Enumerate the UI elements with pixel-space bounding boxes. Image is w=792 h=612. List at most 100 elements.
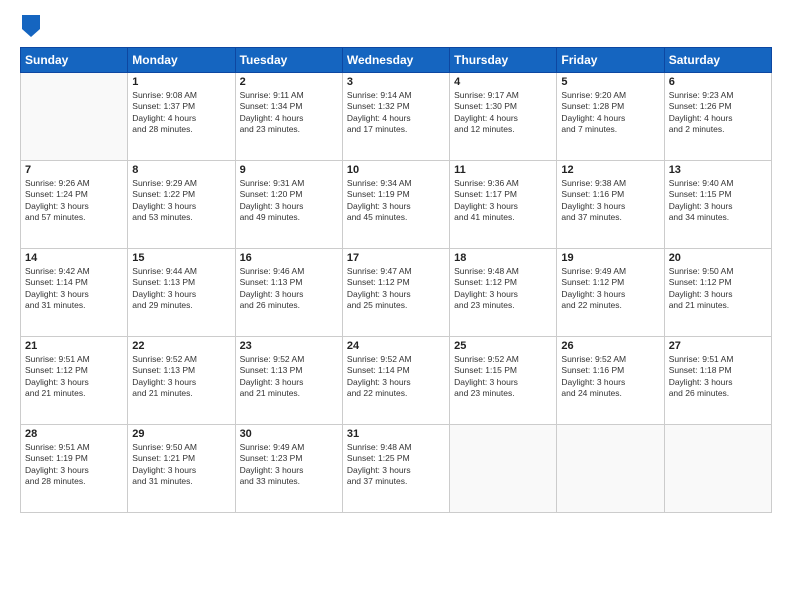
day-info: Sunrise: 9:34 AM Sunset: 1:19 PM Dayligh…	[347, 178, 445, 224]
day-info: Sunrise: 9:46 AM Sunset: 1:13 PM Dayligh…	[240, 266, 338, 312]
day-number: 23	[240, 340, 338, 352]
calendar-cell: 27Sunrise: 9:51 AM Sunset: 1:18 PM Dayli…	[664, 337, 771, 425]
calendar-cell	[557, 425, 664, 513]
day-number: 18	[454, 252, 552, 264]
weekday-header: Friday	[557, 48, 664, 73]
day-info: Sunrise: 9:20 AM Sunset: 1:28 PM Dayligh…	[561, 90, 659, 136]
day-info: Sunrise: 9:23 AM Sunset: 1:26 PM Dayligh…	[669, 90, 767, 136]
calendar-cell: 19Sunrise: 9:49 AM Sunset: 1:12 PM Dayli…	[557, 249, 664, 337]
day-info: Sunrise: 9:40 AM Sunset: 1:15 PM Dayligh…	[669, 178, 767, 224]
weekday-header-row: SundayMondayTuesdayWednesdayThursdayFrid…	[21, 48, 772, 73]
day-info: Sunrise: 9:52 AM Sunset: 1:15 PM Dayligh…	[454, 354, 552, 400]
day-number: 14	[25, 252, 123, 264]
calendar-cell: 29 Sunrise: 9:50 AM Sunset: 1:21 PM Dayli…	[128, 425, 235, 513]
calendar-row: 14 Sunrise: 9:42 AM Sunset: 1:14 PM Dayli…	[21, 249, 772, 337]
day-number: 15	[132, 252, 230, 264]
day-number: 6	[669, 76, 767, 88]
day-number: 28	[25, 428, 123, 440]
calendar-cell: 16 Sunrise: 9:46 AM Sunset: 1:13 PM Dayli…	[235, 249, 342, 337]
day-info: Sunrise: 9:52 AM Sunset: 1:13 PM Dayligh…	[240, 354, 338, 400]
calendar-cell: 2 Sunrise: 9:11 AM Sunset: 1:34 PM Daylig…	[235, 73, 342, 161]
weekday-header: Monday	[128, 48, 235, 73]
day-info: Sunrise: 9:38 AM Sunset: 1:16 PM Dayligh…	[561, 178, 659, 224]
day-number: 31	[347, 428, 445, 440]
weekday-header: Tuesday	[235, 48, 342, 73]
calendar-cell: 3 Sunrise: 9:14 AM Sunset: 1:32 PM Daylig…	[342, 73, 449, 161]
calendar-cell: 8Sunrise: 9:29 AM Sunset: 1:22 PM Daylig…	[128, 161, 235, 249]
day-info: Sunrise: 9:51 AM Sunset: 1:12 PM Dayligh…	[25, 354, 123, 400]
calendar-cell: 26 Sunrise: 9:52 AM Sunset: 1:16 PM Dayli…	[557, 337, 664, 425]
calendar-row: 1 Sunrise: 9:08 AM Sunset: 1:37 PM Daylig…	[21, 73, 772, 161]
day-info: Sunrise: 9:51 AM Sunset: 1:18 PM Dayligh…	[669, 354, 767, 400]
day-info: Sunrise: 9:36 AM Sunset: 1:17 PM Dayligh…	[454, 178, 552, 224]
calendar-cell: 31 Sunrise: 9:48 AM Sunset: 1:25 PM Dayli…	[342, 425, 449, 513]
weekday-header: Saturday	[664, 48, 771, 73]
calendar-row: 28Sunrise: 9:51 AM Sunset: 1:19 PM Dayli…	[21, 425, 772, 513]
calendar-cell	[21, 73, 128, 161]
day-info: Sunrise: 9:52 AM Sunset: 1:13 PM Dayligh…	[132, 354, 230, 400]
day-info: Sunrise: 9:14 AM Sunset: 1:32 PM Dayligh…	[347, 90, 445, 136]
day-info: Sunrise: 9:42 AM Sunset: 1:14 PM Dayligh…	[25, 266, 123, 312]
day-number: 7	[25, 164, 123, 176]
calendar-cell: 22 Sunrise: 9:52 AM Sunset: 1:13 PM Dayli…	[128, 337, 235, 425]
day-info: Sunrise: 9:44 AM Sunset: 1:13 PM Dayligh…	[132, 266, 230, 312]
day-info: Sunrise: 9:26 AM Sunset: 1:24 PM Dayligh…	[25, 178, 123, 224]
header	[20, 15, 772, 37]
day-number: 3	[347, 76, 445, 88]
calendar-table: SundayMondayTuesdayWednesdayThursdayFrid…	[20, 47, 772, 513]
day-info: Sunrise: 9:52 AM Sunset: 1:14 PM Dayligh…	[347, 354, 445, 400]
calendar-cell: 15 Sunrise: 9:44 AM Sunset: 1:13 PM Dayli…	[128, 249, 235, 337]
day-info: Sunrise: 9:49 AM Sunset: 1:12 PM Dayligh…	[561, 266, 659, 312]
day-number: 2	[240, 76, 338, 88]
day-number: 26	[561, 340, 659, 352]
day-info: Sunrise: 9:31 AM Sunset: 1:20 PM Dayligh…	[240, 178, 338, 224]
calendar-cell: 24 Sunrise: 9:52 AM Sunset: 1:14 PM Dayli…	[342, 337, 449, 425]
day-info: Sunrise: 9:49 AM Sunset: 1:23 PM Dayligh…	[240, 442, 338, 488]
calendar-cell: 11 Sunrise: 9:36 AM Sunset: 1:17 PM Dayli…	[450, 161, 557, 249]
calendar-cell	[450, 425, 557, 513]
logo-icon	[22, 15, 40, 37]
day-number: 13	[669, 164, 767, 176]
day-number: 4	[454, 76, 552, 88]
day-info: Sunrise: 9:50 AM Sunset: 1:21 PM Dayligh…	[132, 442, 230, 488]
day-number: 17	[347, 252, 445, 264]
day-number: 30	[240, 428, 338, 440]
calendar-cell: 21Sunrise: 9:51 AM Sunset: 1:12 PM Dayli…	[21, 337, 128, 425]
calendar-cell: 13 Sunrise: 9:40 AM Sunset: 1:15 PM Dayli…	[664, 161, 771, 249]
day-info: Sunrise: 9:17 AM Sunset: 1:30 PM Dayligh…	[454, 90, 552, 136]
calendar-cell: 25 Sunrise: 9:52 AM Sunset: 1:15 PM Dayli…	[450, 337, 557, 425]
calendar-cell: 17 Sunrise: 9:47 AM Sunset: 1:12 PM Dayli…	[342, 249, 449, 337]
day-number: 9	[240, 164, 338, 176]
calendar-cell: 28Sunrise: 9:51 AM Sunset: 1:19 PM Dayli…	[21, 425, 128, 513]
calendar-row: 7 Sunrise: 9:26 AM Sunset: 1:24 PM Daylig…	[21, 161, 772, 249]
weekday-header: Wednesday	[342, 48, 449, 73]
calendar-cell: 5 Sunrise: 9:20 AM Sunset: 1:28 PM Daylig…	[557, 73, 664, 161]
day-number: 20	[669, 252, 767, 264]
calendar-cell: 20 Sunrise: 9:50 AM Sunset: 1:12 PM Dayli…	[664, 249, 771, 337]
day-number: 12	[561, 164, 659, 176]
calendar-cell: 1 Sunrise: 9:08 AM Sunset: 1:37 PM Daylig…	[128, 73, 235, 161]
day-number: 25	[454, 340, 552, 352]
calendar-cell: 4 Sunrise: 9:17 AM Sunset: 1:30 PM Daylig…	[450, 73, 557, 161]
day-number: 29	[132, 428, 230, 440]
weekday-header: Sunday	[21, 48, 128, 73]
day-number: 22	[132, 340, 230, 352]
calendar-cell: 18Sunrise: 9:48 AM Sunset: 1:12 PM Dayli…	[450, 249, 557, 337]
day-info: Sunrise: 9:11 AM Sunset: 1:34 PM Dayligh…	[240, 90, 338, 136]
logo	[20, 15, 40, 37]
calendar-cell: 14 Sunrise: 9:42 AM Sunset: 1:14 PM Dayli…	[21, 249, 128, 337]
calendar-cell: 6 Sunrise: 9:23 AM Sunset: 1:26 PM Daylig…	[664, 73, 771, 161]
day-info: Sunrise: 9:48 AM Sunset: 1:25 PM Dayligh…	[347, 442, 445, 488]
day-number: 5	[561, 76, 659, 88]
day-number: 1	[132, 76, 230, 88]
day-number: 24	[347, 340, 445, 352]
day-info: Sunrise: 9:52 AM Sunset: 1:16 PM Dayligh…	[561, 354, 659, 400]
day-number: 11	[454, 164, 552, 176]
day-info: Sunrise: 9:47 AM Sunset: 1:12 PM Dayligh…	[347, 266, 445, 312]
day-info: Sunrise: 9:50 AM Sunset: 1:12 PM Dayligh…	[669, 266, 767, 312]
day-number: 16	[240, 252, 338, 264]
calendar-cell: 7 Sunrise: 9:26 AM Sunset: 1:24 PM Daylig…	[21, 161, 128, 249]
day-info: Sunrise: 9:08 AM Sunset: 1:37 PM Dayligh…	[132, 90, 230, 136]
page: SundayMondayTuesdayWednesdayThursdayFrid…	[0, 0, 792, 612]
day-info: Sunrise: 9:29 AM Sunset: 1:22 PM Dayligh…	[132, 178, 230, 224]
